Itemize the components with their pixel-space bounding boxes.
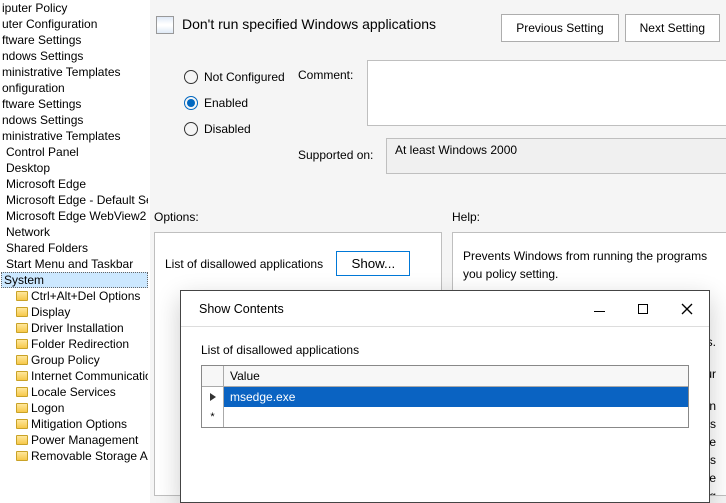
radio-label: Disabled	[204, 122, 251, 136]
tree-item[interactable]: Microsoft Edge WebView2	[0, 208, 148, 224]
radio-label: Enabled	[204, 96, 248, 110]
supported-on-value: At least Windows 2000	[386, 138, 726, 174]
radio-icon	[184, 122, 198, 136]
tree-item-label: Mitigation Options	[31, 416, 127, 432]
tree-item-label: Group Policy	[31, 352, 100, 368]
help-section-label: Help:	[452, 210, 480, 224]
close-icon	[681, 303, 693, 315]
dialog-subtitle: List of disallowed applications	[181, 327, 709, 365]
minimize-button[interactable]	[577, 292, 621, 326]
folder-icon	[16, 451, 28, 461]
tree-item[interactable]: Locale Services	[0, 384, 148, 400]
tree-item-label: Logon	[31, 400, 64, 416]
tree-item[interactable]: Folder Redirection	[0, 336, 148, 352]
previous-setting-button[interactable]: Previous Setting	[501, 14, 618, 42]
radio-icon	[184, 96, 198, 110]
tree-item[interactable]: Network	[0, 224, 148, 240]
tree-item-label: Ctrl+Alt+Del Options	[31, 288, 140, 304]
supported-on-label: Supported on:	[298, 148, 373, 162]
tree-item[interactable]: Mitigation Options	[0, 416, 148, 432]
radio-enabled[interactable]: Enabled	[184, 90, 285, 116]
tree-item[interactable]: ndows Settings	[0, 48, 148, 64]
dialog-title-bar[interactable]: Show Contents	[181, 291, 709, 327]
values-grid[interactable]: Value msedge.exe*	[201, 365, 689, 428]
grid-row[interactable]: *	[202, 407, 688, 427]
tree-item[interactable]: Display	[0, 304, 148, 320]
tree-item-label: Display	[31, 304, 70, 320]
tree-item[interactable]: iputer Policy	[0, 0, 148, 16]
option-label: List of disallowed applications	[165, 257, 323, 271]
radio-disabled[interactable]: Disabled	[184, 116, 285, 142]
tree-item-label: Removable Storage Ac	[31, 448, 148, 464]
column-header-value: Value	[224, 366, 688, 386]
grid-header-row: Value	[202, 366, 688, 387]
close-button[interactable]	[665, 292, 709, 326]
radio-not-configured[interactable]: Not Configured	[184, 64, 285, 90]
tree-item[interactable]: Internet Communication	[0, 368, 148, 384]
comment-textarea[interactable]	[367, 60, 726, 126]
dialog-title: Show Contents	[199, 302, 577, 316]
folder-icon	[16, 403, 28, 413]
folder-icon	[16, 291, 28, 301]
tree-item[interactable]: Start Menu and Taskbar	[0, 256, 148, 272]
radio-label: Not Configured	[204, 70, 285, 84]
tree-item[interactable]: uter Configuration	[0, 16, 148, 32]
tree-item[interactable]: Control Panel	[0, 144, 148, 160]
tree-item[interactable]: Group Policy	[0, 352, 148, 368]
state-radio-group: Not Configured Enabled Disabled	[184, 64, 285, 142]
folder-icon	[16, 339, 28, 349]
tree-item-label: Driver Installation	[31, 320, 124, 336]
folder-icon	[16, 419, 28, 429]
folder-icon	[16, 435, 28, 445]
tree-item[interactable]: Microsoft Edge - Default Se	[0, 192, 148, 208]
options-section-label: Options:	[154, 210, 199, 224]
radio-icon	[184, 70, 198, 84]
show-contents-dialog: Show Contents List of disallowed applica…	[180, 290, 710, 503]
grid-cell-value[interactable]	[224, 407, 688, 427]
tree-item[interactable]: ftware Settings	[0, 96, 148, 112]
tree-item[interactable]: Desktop	[0, 160, 148, 176]
grid-cell-value[interactable]: msedge.exe	[224, 387, 688, 407]
help-text: Prevents Windows from running the progra…	[463, 247, 716, 283]
show-button[interactable]: Show...	[336, 251, 410, 276]
tree-item[interactable]: Microsoft Edge	[0, 176, 148, 192]
maximize-button[interactable]	[621, 292, 665, 326]
tree-item[interactable]: Driver Installation	[0, 320, 148, 336]
maximize-icon	[638, 304, 648, 314]
tree-item[interactable]: ministrative Templates	[0, 64, 148, 80]
tree-item[interactable]: ndows Settings	[0, 112, 148, 128]
folder-icon	[16, 307, 28, 317]
next-setting-button[interactable]: Next Setting	[625, 14, 720, 42]
tree-item[interactable]: Ctrl+Alt+Del Options	[0, 288, 148, 304]
policy-icon	[156, 16, 174, 34]
tree-item-label: Locale Services	[31, 384, 116, 400]
grid-row[interactable]: msedge.exe	[202, 387, 688, 407]
policy-title: Don't run specified Windows applications	[182, 14, 495, 32]
folder-icon	[16, 371, 28, 381]
tree-item[interactable]: Shared Folders	[0, 240, 148, 256]
tree-item-selected[interactable]: System	[1, 272, 148, 288]
row-indicator-new-icon: *	[202, 407, 224, 427]
folder-icon	[16, 387, 28, 397]
folder-icon	[16, 355, 28, 365]
tree-item[interactable]: Removable Storage Ac	[0, 448, 148, 464]
tree-item[interactable]: ministrative Templates	[0, 128, 148, 144]
tree-item-label: Power Management	[31, 432, 138, 448]
tree-item[interactable]: Logon	[0, 400, 148, 416]
comment-label: Comment:	[298, 68, 353, 82]
tree-item-label: Internet Communication	[31, 368, 148, 384]
folder-icon	[16, 323, 28, 333]
tree-item[interactable]: onfiguration	[0, 80, 148, 96]
row-indicator-current-icon	[202, 387, 224, 407]
nav-tree[interactable]: iputer Policyuter Configurationftware Se…	[0, 0, 148, 503]
tree-item[interactable]: ftware Settings	[0, 32, 148, 48]
tree-item-label: Folder Redirection	[31, 336, 129, 352]
minimize-icon	[594, 311, 605, 312]
tree-item[interactable]: Power Management	[0, 432, 148, 448]
